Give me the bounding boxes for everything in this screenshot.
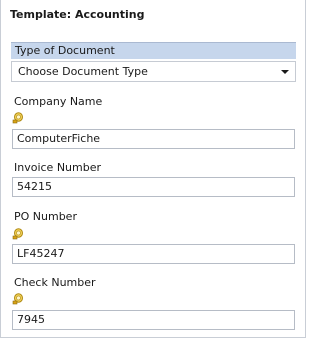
po-number-input[interactable]: LF45247 [12,244,295,264]
check-number-label: Check Number [14,276,96,289]
company-name-lookup-icon[interactable] [12,112,24,124]
check-number-input[interactable]: 7945 [12,310,295,330]
po-number-lookup-icon[interactable] [12,228,24,240]
template-title: Template: Accounting [10,8,145,21]
dropdown-arrow-icon[interactable] [281,70,289,74]
document-type-header: Type of Document [11,42,296,59]
po-number-label: PO Number [14,210,77,223]
document-type-selected-value: Choose Document Type [18,65,148,78]
invoice-number-label: Invoice Number [14,161,102,174]
company-name-label: Company Name [14,95,103,108]
invoice-number-input[interactable]: 54215 [12,177,295,197]
check-number-lookup-icon[interactable] [12,293,24,305]
company-name-input[interactable]: ComputerFiche [12,129,295,149]
template-panel: Template: Accounting Type of Document Ch… [0,0,306,338]
document-type-select[interactable]: Choose Document Type [11,61,296,82]
